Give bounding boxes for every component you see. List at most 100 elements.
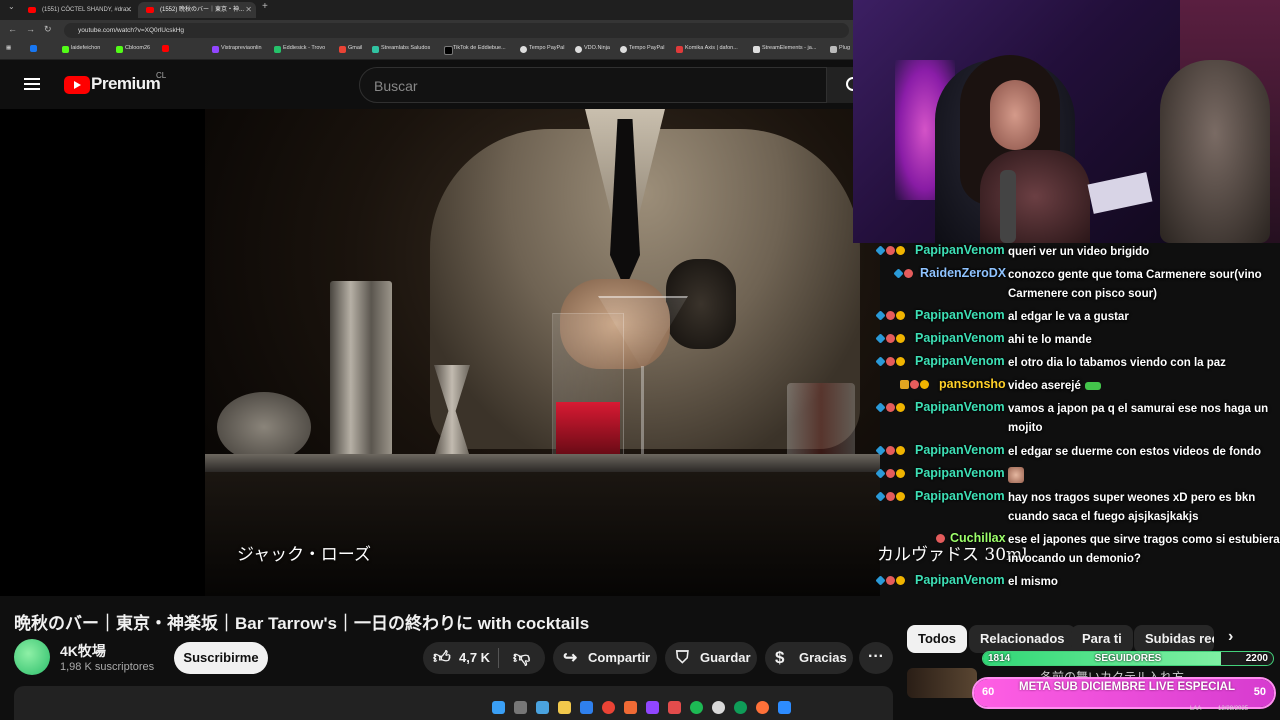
bookmark-item[interactable]: Streamlabs Saludos — [372, 45, 430, 53]
chat-badges — [875, 445, 906, 458]
bookmark-item[interactable]: TikTok de Eddiebue... — [444, 45, 506, 55]
channel-name[interactable]: 4K牧場 — [60, 641, 106, 661]
app-icon[interactable] — [668, 701, 681, 714]
chat-badges — [936, 534, 946, 546]
search-icon[interactable] — [827, 67, 860, 103]
youtube-favicon-icon — [28, 7, 36, 13]
video-subtitle-left: ジャック・ローズ — [237, 545, 371, 565]
chip-related[interactable]: Relacionados — [969, 625, 1076, 653]
followers-label: SEGUIDORES — [1094, 653, 1162, 664]
reload-icon[interactable]: ↻ — [44, 24, 52, 35]
file-explorer-icon[interactable] — [558, 701, 571, 714]
browser-tab-2[interactable]: (1552) 晩秋のバー｜東京・神... ✕ — [138, 2, 256, 18]
bookmark-item[interactable]: Eddiesick - Trovo — [274, 45, 325, 53]
browser-tab-1[interactable]: (1551) CÓCTEL SHANDY, #dra... ✕ — [20, 2, 136, 18]
facebook-bookmark-icon[interactable] — [30, 45, 37, 54]
share-button[interactable]: ↪ Compartir — [553, 642, 657, 674]
chat-badges — [875, 356, 906, 369]
webcam-streamer-body — [980, 150, 1090, 243]
bookmark-item[interactable]: laidefeichon — [62, 45, 100, 53]
search-taskbar-icon[interactable] — [514, 701, 527, 714]
chat-text: hay nos tragos super weones xD pero es b… — [1008, 492, 1256, 523]
url-field[interactable]: youtube.com/watch?v=XQ0rlUcskHg — [64, 23, 849, 38]
system-tray: LAA 12/28/2025 — [1190, 706, 1248, 712]
app-icon-2[interactable] — [778, 701, 791, 714]
save-button[interactable]: ⛉ Guardar — [665, 642, 757, 674]
bookmark-item[interactable]: VDO.Ninja — [575, 45, 610, 53]
like-dislike-group: 👍︎ 4,7 K 👎︎ — [423, 642, 545, 674]
youtube-bookmark-icon[interactable] — [162, 45, 169, 54]
bookmark-item[interactable]: Tempo PayPal — [620, 45, 664, 53]
video-letterbox — [0, 109, 205, 596]
address-bar: ← → ↻ youtube.com/watch?v=XQ0rlUcskHg — [0, 20, 853, 41]
bookmark-item[interactable]: Cbloom26 — [116, 45, 150, 53]
tab-title: (1551) CÓCTEL SHANDY, #dra... — [42, 7, 132, 13]
chat-text: el mismo — [1008, 576, 1058, 588]
task-view-icon[interactable] — [536, 701, 549, 714]
chat-username: PapipanVenom — [915, 243, 1005, 257]
channel-avatar[interactable] — [14, 639, 50, 675]
tab-title: (1552) 晩秋のバー｜東京・神... — [160, 7, 245, 13]
stream-chat: PapipanVenom queri ver un video brigido … — [872, 240, 1280, 600]
new-tab-icon[interactable]: + — [262, 1, 268, 12]
start-icon[interactable] — [492, 701, 505, 714]
mail-icon[interactable] — [580, 701, 593, 714]
chat-badges — [900, 380, 930, 392]
brave-icon[interactable] — [624, 701, 637, 714]
bookmark-item[interactable]: Vistrapreviaonlin — [212, 45, 262, 53]
chat-username: PapipanVenom — [915, 573, 1005, 587]
thanks-button[interactable]: $ Gracias — [765, 642, 853, 674]
chat-username: PapipanVenom — [915, 489, 1005, 503]
close-tab-icon[interactable]: ✕ — [125, 2, 132, 18]
menu-icon[interactable] — [24, 78, 40, 90]
thumbs-down-icon[interactable]: 👎︎ — [513, 642, 530, 674]
bookmark-item[interactable]: Plug — [830, 45, 850, 53]
chip-for-you[interactable]: Para ti — [1071, 625, 1133, 653]
firefox-icon[interactable] — [756, 701, 769, 714]
video-title: 晩秋のバー｜東京・神楽坂｜Bar Tarrow's｜一日の終わりに with c… — [14, 614, 590, 633]
chip-recent-uploads[interactable]: Subidas reci — [1134, 625, 1214, 653]
bookmark-item[interactable]: StreamElements - ja... — [753, 45, 816, 53]
back-icon[interactable]: ← — [8, 24, 17, 34]
thanks-label: Gracias — [799, 650, 847, 665]
chat-username: PapipanVenom — [915, 443, 1005, 457]
close-tab-icon[interactable]: ✕ — [245, 2, 252, 18]
clock-date: 12/28/2025 — [1218, 706, 1249, 712]
recommended-thumbnail[interactable] — [907, 668, 977, 698]
twitch-icon[interactable] — [646, 701, 659, 714]
chrome-icon[interactable] — [602, 701, 615, 714]
like-count[interactable]: 4,7 K — [459, 642, 490, 674]
followers-target: 2200 — [1245, 653, 1268, 664]
sub-goal-left: 60 — [982, 686, 995, 698]
url-text: youtube.com/watch?v=XQ0rlUcskHg — [78, 27, 185, 34]
spotify-icon[interactable] — [690, 701, 703, 714]
youtube-brand[interactable]: Premium — [91, 74, 161, 94]
followers-goal-bar: 1814 SEGUIDORES 2200 — [982, 651, 1274, 666]
bookmark-item[interactable]: Tempo PayPal — [520, 45, 564, 53]
chat-text: ahi te lo mande — [1008, 334, 1092, 346]
strainer — [217, 392, 311, 462]
bookmark-item[interactable]: Komika Axis | dafon... — [676, 45, 738, 53]
browser-tab-bar: ⌄ (1551) CÓCTEL SHANDY, #dra... ✕ (1552)… — [0, 0, 853, 20]
video-player[interactable] — [0, 109, 880, 596]
forward-icon[interactable]: → — [26, 24, 35, 34]
edge-icon[interactable] — [734, 701, 747, 714]
apps-icon[interactable]: ▦ — [6, 45, 11, 51]
chat-username: Cuchillax — [950, 531, 1006, 545]
sub-goal-bar: 60 META SUB DICIEMBRE LIVE ESPECIAL 50 — [972, 677, 1276, 709]
search-input[interactable] — [372, 76, 816, 96]
more-actions-button[interactable]: ··· — [859, 642, 893, 674]
youtube-favicon-icon — [146, 7, 154, 13]
chevron-right-icon[interactable]: › — [1228, 628, 1233, 646]
tab-list-icon[interactable]: ⌄ — [8, 2, 15, 11]
chat-badges — [875, 491, 906, 504]
thumbs-up-icon[interactable]: 👍︎ — [433, 642, 451, 674]
chip-all[interactable]: Todos — [907, 625, 968, 653]
bookmark-item[interactable]: Gmail — [339, 45, 362, 53]
shaker-tin — [330, 281, 392, 456]
chat-text: queri ver un video brigido — [1008, 246, 1150, 258]
youtube-logo-icon[interactable] — [64, 76, 90, 94]
obs-icon[interactable] — [712, 701, 725, 714]
chat-text: video aserejé — [1008, 377, 1280, 396]
subscribe-button[interactable]: Suscribirme — [174, 642, 268, 674]
